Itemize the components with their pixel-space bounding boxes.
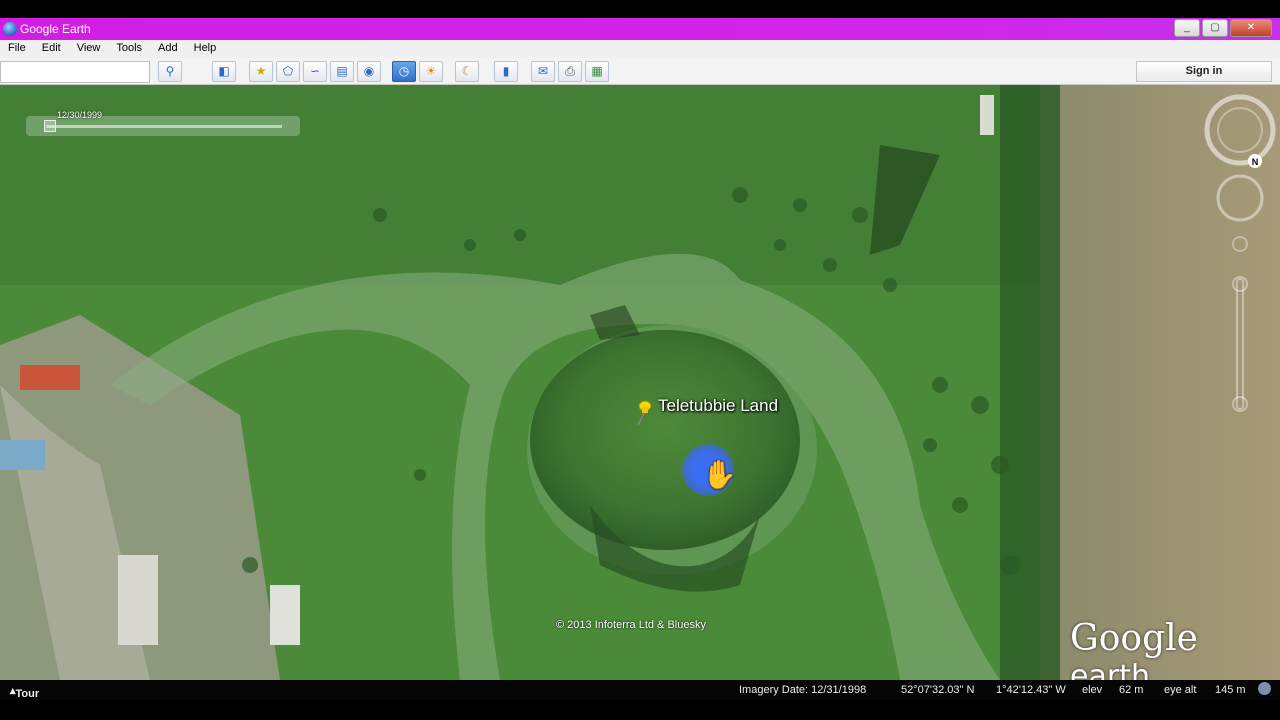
time-slider-track[interactable]: [46, 125, 282, 128]
pushpin-icon[interactable]: [632, 398, 654, 426]
time-slider[interactable]: 12/30/1999: [26, 110, 300, 136]
street-view-pegman-icon[interactable]: [1232, 236, 1248, 252]
save-image-icon[interactable]: ▦: [585, 61, 609, 82]
historical-imagery-icon[interactable]: ◷: [392, 61, 416, 82]
title-bar: Google Earth _ ▢ ✕: [0, 18, 1280, 40]
polygon-icon[interactable]: ⬠: [276, 61, 300, 82]
hand-cursor-icon: ✋: [702, 459, 737, 490]
compass-north-label: N: [1252, 157, 1259, 167]
time-slider-date: 12/30/1999: [57, 110, 103, 120]
close-button[interactable]: ✕: [1230, 19, 1272, 37]
menu-file[interactable]: File: [0, 40, 34, 58]
menu-view[interactable]: View: [69, 40, 109, 58]
streaming-status-icon: [1258, 682, 1271, 695]
email-icon[interactable]: ✉: [531, 61, 555, 82]
sign-in-button[interactable]: Sign in: [1136, 61, 1272, 82]
sidebar-icon[interactable]: ◧: [212, 61, 236, 82]
tour-icon[interactable]: ◉: [357, 61, 381, 82]
search-icon[interactable]: ⚲: [158, 61, 182, 82]
imagery-date: Imagery Date: 12/31/1998: [739, 684, 867, 696]
window-title: Google Earth: [20, 22, 91, 36]
zoom-slider[interactable]: [1236, 278, 1244, 410]
ruler-icon[interactable]: ▮: [494, 61, 518, 82]
screen-top-border: [0, 0, 1280, 18]
menu-tools[interactable]: Tools: [108, 40, 150, 58]
move-joystick[interactable]: [1216, 174, 1264, 222]
tour-guide-toggle[interactable]: ▴ Tour Guide: [10, 684, 47, 712]
satellite-imagery: [0, 85, 1280, 680]
screen-bottom-border: [0, 700, 1280, 720]
placemark-label[interactable]: Teletubbie Land: [658, 396, 778, 416]
maximize-button[interactable]: ▢: [1202, 19, 1228, 37]
eye-alt-label: eye alt: [1164, 684, 1197, 696]
menu-bar: File Edit View Tools Add Help: [0, 40, 1280, 58]
latitude: 52°07'32.03" N: [901, 684, 975, 696]
search-input[interactable]: [0, 61, 150, 83]
placemark-icon[interactable]: ★: [249, 61, 273, 82]
print-icon[interactable]: ⎙: [558, 61, 582, 82]
eye-alt-value: 145 m: [1215, 684, 1246, 696]
path-icon[interactable]: ∽: [303, 61, 327, 82]
menu-help[interactable]: Help: [186, 40, 225, 58]
menu-add[interactable]: Add: [150, 40, 186, 58]
look-joystick[interactable]: [1204, 94, 1276, 166]
overlay-icon[interactable]: ▤: [330, 61, 354, 82]
time-slider-thumb[interactable]: [44, 120, 56, 132]
longitude: 1°42'12.43" W: [996, 684, 1066, 696]
sunlight-icon[interactable]: ☀: [419, 61, 443, 82]
minimize-button[interactable]: _: [1174, 19, 1200, 37]
logo-google-text: Google: [1070, 618, 1198, 659]
elevation-label: elev: [1082, 684, 1103, 696]
toolbar: ⚲ ◧ ★ ⬠ ∽ ▤ ◉ ◷ ☀ ☾ ▮ ✉ ⎙ ▦ Sign in: [0, 58, 1280, 85]
planets-icon[interactable]: ☾: [455, 61, 479, 82]
imagery-copyright: © 2013 Infoterra Ltd & Bluesky: [556, 619, 706, 631]
elevation-value: 62 m: [1119, 684, 1144, 696]
google-earth-app-icon: [3, 22, 17, 36]
navigation-controls: N: [1204, 94, 1276, 412]
status-bar: ▴ Tour Guide Imagery Date: 12/31/1998 52…: [0, 680, 1280, 712]
menu-edit[interactable]: Edit: [34, 40, 69, 58]
map-view[interactable]: [0, 85, 1280, 680]
